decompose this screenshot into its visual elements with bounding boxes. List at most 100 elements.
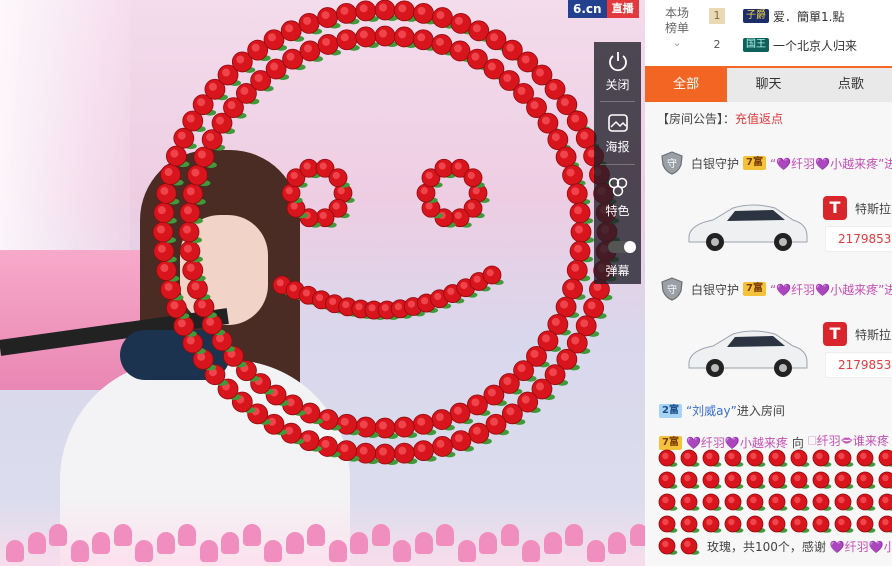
- power-icon: [607, 50, 629, 72]
- chat-feed[interactable]: 【房间公告】：充值返点 守 白银守护 7富 “💜纤羽💜小越来疼”进 T 特斯拉 …: [645, 102, 892, 566]
- rose-icon: [680, 515, 700, 533]
- logo-live: 直播: [606, 0, 639, 18]
- tulip-icon: [113, 524, 132, 546]
- rose-icon: [566, 259, 591, 282]
- rose-icon: [182, 183, 206, 205]
- tulip-icon: [199, 540, 218, 562]
- rose-icon: [680, 493, 700, 511]
- rose-icon: [193, 296, 217, 319]
- tulip-icon: [92, 532, 110, 554]
- rose-icon: [178, 221, 202, 243]
- chat-user[interactable]: “💜纤羽💜小越来疼”进: [770, 281, 892, 298]
- car-card: T 特斯拉 2179853: [683, 320, 892, 382]
- rose-icon: [746, 471, 766, 489]
- tulip-icon: [49, 524, 67, 546]
- tab-all[interactable]: 全部: [645, 68, 728, 102]
- rank-row[interactable]: 2 国王 一个北京人归来: [709, 34, 857, 56]
- rose-icon: [768, 493, 788, 511]
- danmaku-toggle[interactable]: 弹幕: [594, 228, 641, 283]
- rose-icon: [658, 537, 678, 555]
- rose-icon: [463, 168, 485, 188]
- rose-icon: [555, 146, 580, 168]
- color-button[interactable]: 特色: [594, 168, 641, 223]
- rose-icon: [768, 471, 788, 489]
- rose-icon: [834, 471, 854, 489]
- palette-icon: [607, 176, 629, 198]
- tulip-icon: [414, 532, 433, 554]
- rose-icon: [790, 515, 810, 533]
- rose-icon: [746, 449, 766, 467]
- rose-icon: [179, 240, 203, 263]
- car-card: T 特斯拉 2179853: [683, 194, 892, 256]
- chevron-down-icon[interactable]: ⌄: [655, 36, 699, 51]
- rank-user-name[interactable]: 爱．簡單1.點: [773, 8, 844, 25]
- rose-icon: [336, 413, 360, 436]
- side-panel: 本场 榜单 ⌄ 1 子爵 爱．簡單1.點 2 国王 一个北京人归来 全部 聊天 …: [645, 0, 892, 566]
- live-video[interactable]: [0, 0, 645, 566]
- rank-user-name[interactable]: 一个北京人归来: [773, 37, 857, 54]
- rose-icon: [680, 471, 700, 489]
- guard-enter-message: 守 白银守护 7富 “💜纤羽💜小越来疼”进: [659, 150, 892, 176]
- room-notice: 【房间公告】：充值返点: [657, 110, 783, 127]
- rose-icon: [155, 260, 180, 282]
- gift-thank-user[interactable]: 💜纤羽💜小越: [830, 540, 892, 554]
- close-button[interactable]: 关闭: [594, 42, 641, 97]
- tulip-icon: [328, 540, 347, 562]
- gift-summary: 玫瑰，共100个，感谢 💜纤羽💜小越: [705, 538, 892, 555]
- rose-icon: [355, 416, 379, 439]
- chat-user[interactable]: “💜纤羽💜小越来疼”进: [770, 155, 892, 172]
- tulip-icon: [565, 524, 583, 546]
- rose-icon: [187, 164, 211, 187]
- rose-smiley-effect: [152, 0, 620, 465]
- close-label: 关闭: [605, 78, 630, 92]
- tulip-icon: [586, 540, 605, 562]
- rose-icon: [856, 449, 876, 467]
- tulip-border-effect: [0, 500, 645, 566]
- tulip-icon: [285, 532, 304, 554]
- rose-icon: [724, 493, 744, 511]
- tab-chat[interactable]: 聊天: [727, 68, 809, 102]
- rose-icon: [152, 221, 176, 243]
- chat-user[interactable]: “刘威ay”: [686, 402, 737, 419]
- rose-icon: [658, 471, 678, 489]
- rose-icon: [160, 164, 184, 186]
- car-image: [688, 330, 808, 377]
- tulip-icon: [457, 540, 476, 562]
- rose-icon: [768, 449, 788, 467]
- site-logo[interactable]: 6.cn 直播: [568, 0, 639, 18]
- tulip-icon: [156, 532, 175, 554]
- tulip-icon: [242, 524, 261, 546]
- guard-shield-icon: 守: [661, 277, 683, 301]
- rose-icon: [878, 449, 892, 467]
- notice-label: 【房间公告】：: [657, 112, 736, 126]
- rose-icon: [702, 515, 722, 533]
- rank-row[interactable]: 1 子爵 爱．簡單1.點: [709, 5, 844, 27]
- video-toolbar: 关闭 海报 特色 弹幕: [594, 42, 641, 284]
- rose-icon: [182, 259, 206, 282]
- rose-icon: [724, 449, 744, 467]
- rose-icon: [680, 537, 700, 555]
- rose-icon: [724, 471, 744, 489]
- rose-icon: [878, 471, 892, 489]
- rose-icon: [328, 168, 350, 188]
- wealth-badge: 7富: [743, 282, 766, 296]
- toolbar-divider: [600, 164, 635, 165]
- ranking-title[interactable]: 本场 榜单 ⌄: [655, 6, 699, 51]
- rose-icon: [834, 449, 854, 467]
- tulip-icon: [135, 540, 153, 562]
- rose-icon: [153, 202, 177, 224]
- tulip-icon: [371, 524, 390, 546]
- notice-value[interactable]: 充值返点: [735, 112, 783, 126]
- tulip-icon: [436, 524, 454, 546]
- tab-song[interactable]: 点歌: [810, 68, 892, 102]
- rose-icon: [878, 493, 892, 511]
- session-ranking: 本场 榜单 ⌄ 1 子爵 爱．簡單1.點 2 国王 一个北京人归来: [645, 0, 892, 68]
- toggle-icon: [607, 236, 636, 258]
- rose-icon: [658, 515, 678, 533]
- wealth-badge: 2富: [659, 403, 682, 418]
- poster-button[interactable]: 海报: [594, 104, 641, 159]
- rose-icon: [355, 442, 379, 465]
- rose-icon: [812, 449, 832, 467]
- tulip-icon: [393, 540, 411, 562]
- car-name: 特斯拉: [855, 328, 892, 342]
